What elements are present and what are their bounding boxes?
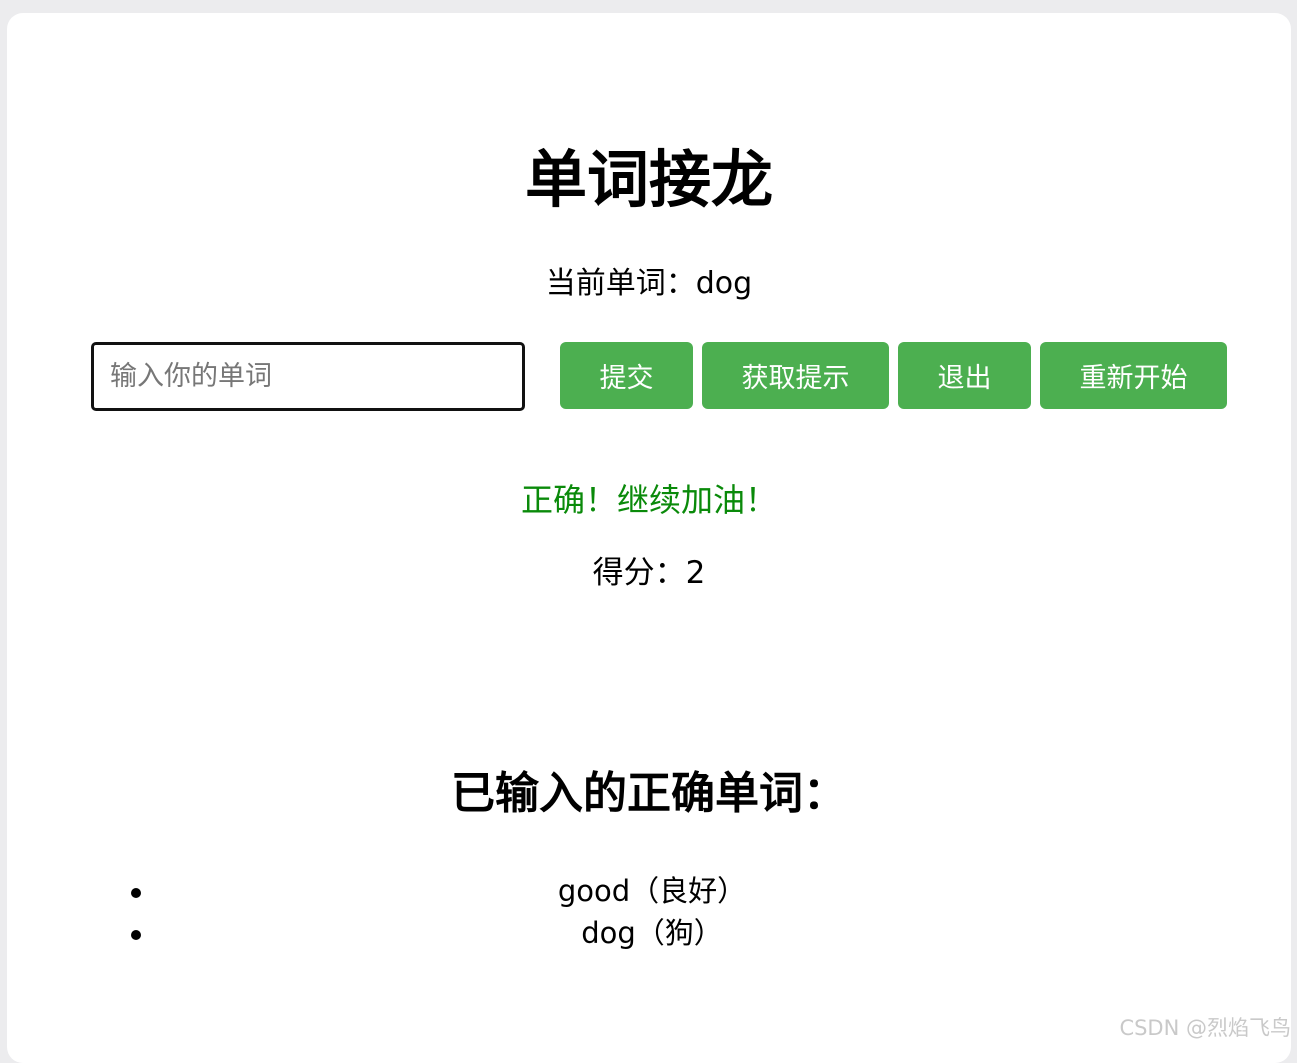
restart-button[interactable]: 重新开始 <box>1040 342 1227 409</box>
bullet-icon <box>131 930 141 940</box>
word-input[interactable] <box>91 342 525 411</box>
watermark: CSDN @烈焰飞鸟 <box>1119 1015 1291 1041</box>
exit-button[interactable]: 退出 <box>898 342 1031 409</box>
game-card: 单词接龙 当前单词：dog 提交 获取提示 退出 重新开始 正确！继续加油！ 得… <box>7 13 1291 1063</box>
list-item-text: dog（狗） <box>581 916 723 950</box>
bullet-icon <box>131 888 141 898</box>
page-title: 单词接龙 <box>7 141 1291 219</box>
input-row: 提交 获取提示 退出 重新开始 <box>91 342 1229 412</box>
history-heading: 已输入的正确单词： <box>7 766 1291 822</box>
history-list: good（良好） dog（狗） <box>122 870 1182 954</box>
list-item: good（良好） <box>122 870 1182 912</box>
list-item-text: good（良好） <box>558 874 746 908</box>
feedback-message: 正确！继续加油！ <box>7 480 1291 520</box>
score-display: 得分：2 <box>7 553 1291 593</box>
submit-button[interactable]: 提交 <box>560 342 693 409</box>
get-hint-button[interactable]: 获取提示 <box>702 342 889 409</box>
list-item: dog（狗） <box>122 912 1182 954</box>
current-word-label: 当前单词：dog <box>7 265 1291 303</box>
